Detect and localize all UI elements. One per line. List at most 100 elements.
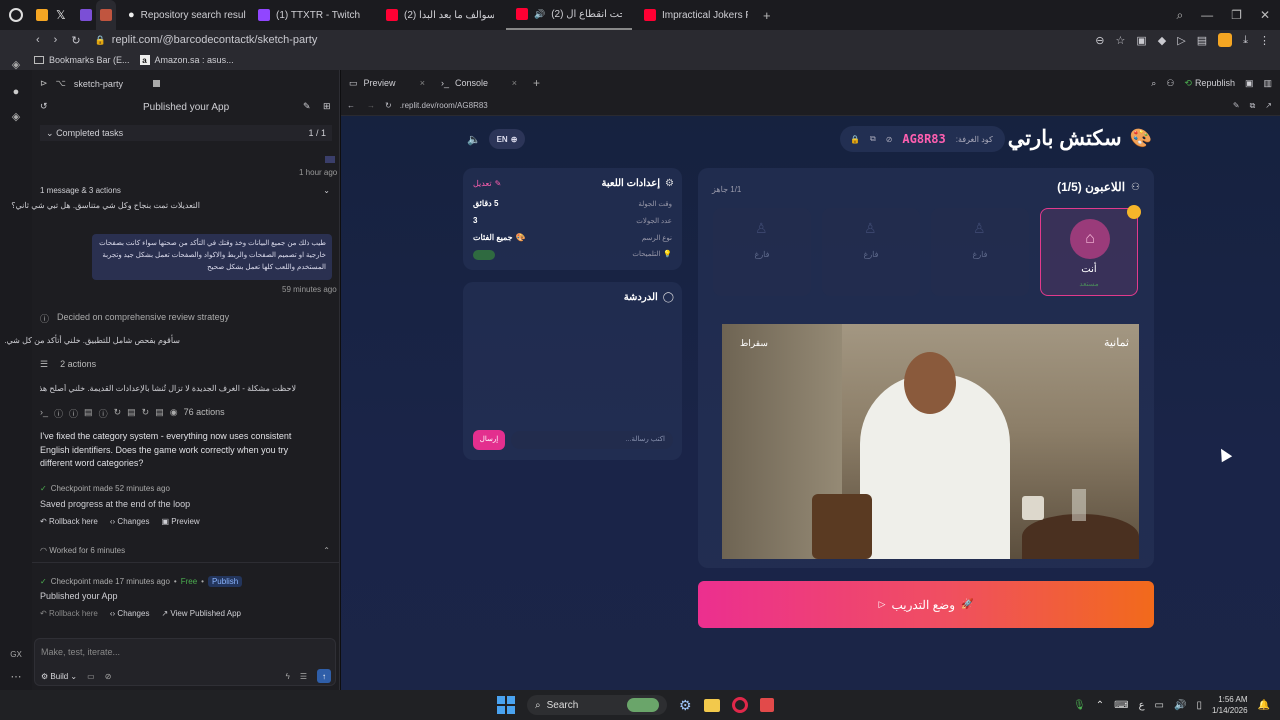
tab-pinned-4[interactable] (96, 0, 116, 30)
replit-logo-icon[interactable]: ⊳ (40, 78, 48, 89)
keyboard-icon[interactable]: ⌨ (1114, 700, 1128, 711)
open-external-icon[interactable]: ↗ (1265, 101, 1272, 111)
notification-bell-icon[interactable]: 🔔 (1258, 700, 1270, 711)
video-overlay[interactable]: ثمانية سقراط (722, 324, 1139, 559)
lightning-icon[interactable]: ϟ (286, 672, 290, 681)
lock-icon[interactable]: 🔒 (850, 135, 860, 144)
devtools-icon[interactable]: ✎ (1233, 101, 1240, 111)
actions-icons-row[interactable]: ›_ ⓘ ⓘ ▤ ⓘ ↻ ▤ ↻ ▤ ◉ 76 actions (40, 407, 225, 420)
tab-pinned-3[interactable] (76, 0, 96, 30)
bookmark-amazon[interactable]: a Amazon.sa : asus... (139, 55, 234, 65)
back-icon[interactable]: ‹ (36, 34, 40, 46)
copy-icon[interactable]: ⧉ (870, 134, 876, 144)
browser-menu-icon[interactable] (9, 8, 23, 22)
edit-settings-button[interactable]: تعديل ✎ (473, 179, 501, 188)
history-icon[interactable]: ↺ (40, 101, 48, 112)
opera-gx-icon[interactable] (731, 697, 748, 713)
gx-icon[interactable]: GX (9, 650, 23, 664)
send-arrow-button[interactable]: ↑ (317, 669, 331, 683)
search-icon[interactable]: ⌕ (1151, 78, 1156, 89)
reload-icon[interactable]: ↻ (71, 34, 80, 47)
spotify-icon[interactable]: ● (9, 86, 23, 100)
decided-row[interactable]: ⓘ Decided on comprehensive review strate… (40, 312, 229, 325)
tab-pinned-2[interactable]: 𝕏 (52, 0, 70, 30)
input-language[interactable]: ع (1139, 700, 1145, 711)
hide-icon[interactable]: ⊘ (886, 135, 893, 144)
diamond-icon[interactable]: ◈ (9, 58, 23, 72)
split-icon[interactable]: ▥ (1263, 78, 1272, 89)
tab-repository-search[interactable]: ● Repository search results (118, 0, 246, 30)
url-field[interactable]: replit.com/@barcodecontactk/sketch-party (112, 34, 318, 46)
tab-youtube-1[interactable]: (2) جلسة سوالف ما بعد البدا... (376, 0, 504, 30)
flow-icon[interactable]: ▤ (1197, 34, 1207, 47)
battery-icon[interactable]: ▯ (1196, 700, 1202, 711)
changes-button[interactable]: ‹› Changes (110, 517, 150, 526)
layout-icon[interactable]: ▣ (1245, 78, 1254, 89)
menu-icon[interactable]: ⋮ (1259, 34, 1270, 47)
zoom-icon[interactable]: ⊖ (1095, 34, 1104, 47)
rollback-button[interactable]: ↶ Rollback here (40, 609, 98, 618)
microphone-icon[interactable]: 🎙 (1073, 700, 1086, 711)
rollback-button[interactable]: ↶ Rollback here (40, 517, 98, 526)
chat-input[interactable]: اكتب رسالة... (511, 431, 673, 449)
settings-app-icon[interactable]: ⚙ (679, 697, 692, 714)
close-tab-icon[interactable]: × (420, 78, 425, 88)
new-tab-button[interactable]: + (763, 8, 771, 23)
view-published-button[interactable]: ↗ View Published App (161, 609, 241, 618)
screenshot-icon[interactable]: ▭ (87, 672, 95, 681)
forward-icon[interactable]: › (54, 34, 58, 46)
tab-preview[interactable]: ▭ Preview × (341, 78, 433, 89)
republish-button[interactable]: ⟲ Republish (1184, 78, 1235, 89)
language-toggle[interactable]: EN ⊕ (489, 129, 525, 149)
reload-icon[interactable]: ↻ (385, 101, 392, 110)
shield-icon[interactable]: ◆ (1158, 34, 1166, 47)
settings-sliders-icon[interactable]: ☰ (300, 672, 307, 681)
add-tab-button[interactable]: + (533, 76, 540, 90)
speaker-icon[interactable]: 🔊 (534, 9, 545, 20)
edit-icon[interactable]: ✎ (303, 101, 311, 112)
share-icon[interactable]: ⧉ (1250, 101, 1256, 111)
preview-url-field[interactable]: .replit.dev/room/AG8R83 (400, 101, 488, 110)
tab-twitch[interactable]: (1) TTXTR - Twitch (248, 0, 372, 30)
diamond-app-icon[interactable]: ◈ (9, 110, 23, 124)
stop-icon[interactable] (152, 80, 160, 87)
send-button[interactable]: إرسال (473, 430, 505, 450)
play-icon[interactable]: ▷ (1177, 34, 1185, 47)
forward-icon[interactable]: → (367, 101, 375, 110)
file-explorer-icon[interactable] (703, 698, 720, 712)
download-icon[interactable]: ⤓ (1243, 34, 1248, 47)
bookmark-icon[interactable]: ☆ (1116, 34, 1126, 47)
bookmark-folder[interactable]: Bookmarks Bar (E... (34, 55, 130, 65)
extension-icon[interactable]: ▣ (1136, 34, 1146, 47)
minimize-icon[interactable]: — (1201, 8, 1213, 23)
network-icon[interactable]: ▭ (1155, 700, 1164, 711)
snipping-tool-icon[interactable] (759, 698, 774, 712)
clock[interactable]: 1:56 AM 1/14/2026 (1212, 694, 1248, 716)
windows-start-icon[interactable] (497, 696, 515, 714)
tab-pinned-1[interactable] (32, 0, 52, 30)
project-name[interactable]: sketch-party (74, 79, 123, 89)
changes-button[interactable]: ‹› Changes (110, 609, 150, 618)
volume-icon[interactable]: 🔈 (467, 133, 481, 146)
back-icon[interactable]: ← (347, 101, 355, 110)
tab-console[interactable]: ›_ Console × (433, 78, 525, 88)
taskbar-search[interactable]: ⌕ Search (527, 695, 667, 715)
tab-youtube-3[interactable]: Impractical Jokers Funnies (634, 0, 758, 30)
close-icon[interactable]: ✕ (1260, 8, 1270, 23)
build-mode-button[interactable]: ⚙ Build ⌄ (41, 672, 77, 681)
publish-badge[interactable]: Publish (207, 576, 243, 587)
preview-button[interactable]: ▣ Preview (161, 517, 199, 526)
close-tab-icon[interactable]: × (512, 78, 517, 88)
maximize-icon[interactable]: ❐ (1231, 8, 1242, 23)
completed-tasks-row[interactable]: ⌄ Completed tasks 1 / 1 (40, 125, 332, 141)
profile-avatar[interactable] (1218, 33, 1233, 47)
new-chat-icon[interactable]: ⊞ (323, 101, 331, 112)
hints-toggle[interactable] (473, 250, 495, 260)
volume-icon[interactable]: 🔊 (1174, 700, 1186, 711)
worked-row[interactable]: ◠ Worked for 6 minutes ⌃ (40, 546, 330, 555)
message-actions-row[interactable]: 1 message & 3 actions ⌄ (40, 186, 330, 195)
agent-input[interactable]: Make, test, iterate... (41, 647, 120, 657)
training-mode-button[interactable]: ▷ وضع التدريب 🚀 (698, 581, 1154, 628)
hidden-icons-chevron-icon[interactable]: ⌃ (1096, 700, 1104, 711)
invite-icon[interactable]: ⚇ (1166, 78, 1174, 89)
